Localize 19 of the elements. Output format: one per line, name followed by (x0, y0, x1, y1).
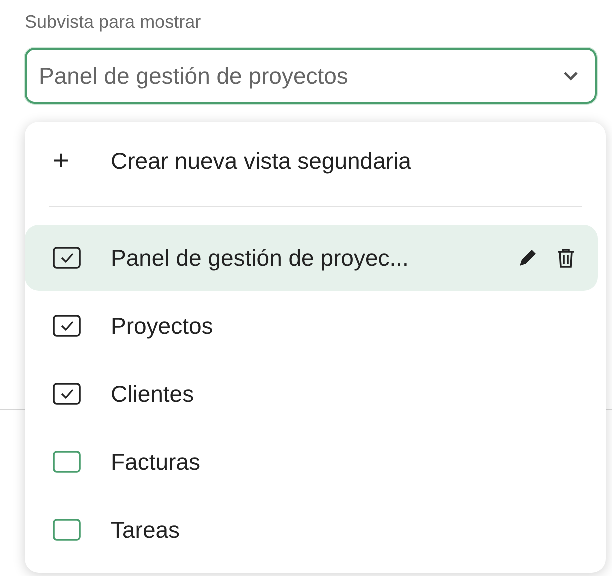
checkbox[interactable] (53, 247, 81, 269)
view-name: Proyectos (111, 312, 214, 340)
view-item[interactable]: Tareas (25, 497, 598, 563)
view-item[interactable]: Panel de gestión de proyec... (25, 225, 598, 291)
checkbox[interactable] (53, 383, 81, 405)
view-name: Facturas (111, 448, 202, 476)
checkbox[interactable] (53, 451, 81, 473)
field-label: Subvista para mostrar (25, 11, 202, 34)
view-name: Tareas (111, 516, 182, 544)
view-name: Clientes (111, 380, 196, 408)
chevron-down-icon (563, 71, 579, 81)
checkbox[interactable] (53, 315, 81, 337)
view-item[interactable]: Proyectos (25, 293, 598, 359)
checkbox[interactable] (53, 519, 81, 541)
view-item[interactable]: Clientes (25, 361, 598, 427)
view-item[interactable]: Facturas (25, 429, 598, 495)
view-select[interactable]: Panel de gestión de proyectos (25, 48, 597, 104)
view-name: Panel de gestión de proyec... (111, 244, 410, 272)
create-view-item[interactable]: + Crear nueva vista segundaria (25, 130, 606, 192)
